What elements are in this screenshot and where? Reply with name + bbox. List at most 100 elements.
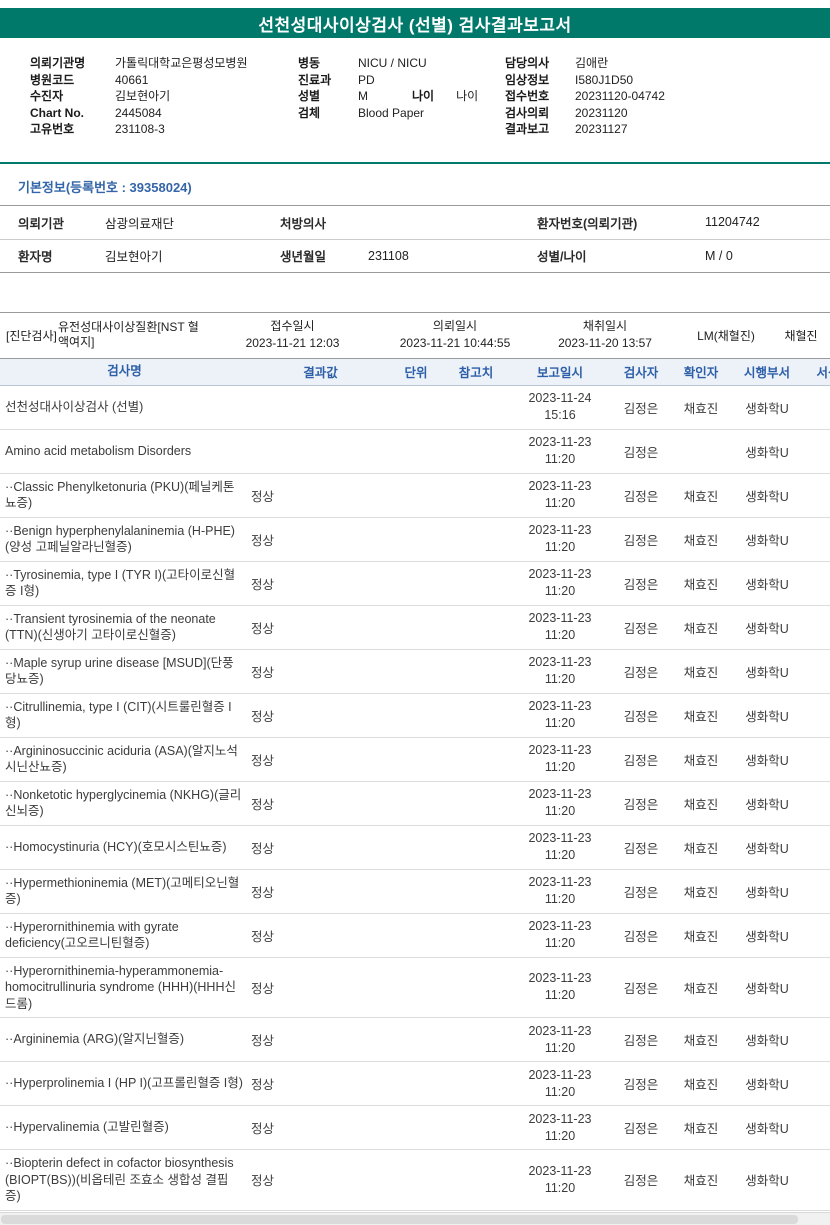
cell-reported: 2023-11-23 11:20 xyxy=(528,919,592,950)
header-info-left: 의뢰기관명 가톨릭대학교은평성모병원 병원코드 40661 수진자 김보현아기 Chart … xyxy=(0,55,298,138)
result-row: ··Homocystinuria (HCY)(호모시스틴뇨증) 정상 2023-11… xyxy=(0,826,830,870)
cell-confirmer: 채효진 xyxy=(683,709,719,724)
cell-result: 정상 xyxy=(251,797,275,812)
cell-reported: 2023-11-23 11:20 xyxy=(528,1163,592,1195)
teal-divider xyxy=(0,161,830,164)
cell-department: 생화학U xyxy=(745,929,789,944)
cell-tester: 김정은 xyxy=(623,929,659,944)
cell-result: 정상 xyxy=(251,981,275,996)
info-field-label: 결과보고 xyxy=(505,122,550,136)
cell-tester: 김정은 xyxy=(623,533,659,548)
cell-tester: 김정은 xyxy=(623,621,659,636)
cell-result: 정상 xyxy=(251,885,275,900)
cell-result: 정상 xyxy=(251,1078,275,1092)
scrollbar-thumb[interactable] xyxy=(1,1215,798,1224)
cell-result: 정상 xyxy=(251,533,275,548)
cell-tester: 김정은 xyxy=(623,797,659,812)
cell-reported: 2023-11-23 11:20 xyxy=(528,1067,592,1099)
info-field-value: NICU / NICU xyxy=(358,56,427,70)
cell-department: 생화학U xyxy=(745,577,789,592)
info-field-value: 가톨릭대학교은평성모병원 xyxy=(115,56,248,70)
cell-result: 정상 xyxy=(251,665,275,680)
cell-confirmer: 채효진 xyxy=(683,577,719,592)
cell-tester: 김정은 xyxy=(623,753,659,768)
order-requested-label: 의뢰일시 xyxy=(432,319,478,333)
cell-tester: 김정은 xyxy=(623,1034,659,1048)
field-label: 의뢰기관 xyxy=(18,216,65,231)
cell-tester: 김정은 xyxy=(623,1078,659,1092)
info-field-value: 나이 xyxy=(456,89,479,103)
cell-confirmer: 채효진 xyxy=(683,621,719,636)
cell-test-name: Amino acid metabolism Disorders xyxy=(5,443,192,458)
cell-test-name: ··Homocystinuria (HCY)(호모시스틴뇨증) xyxy=(5,839,227,854)
result-row: ··Hyperprolinemia I (HP I)(고프롤린혈증 I형) 정상 2… xyxy=(0,1062,830,1106)
field-label: 생년월일 xyxy=(280,250,327,264)
basic-info-row: 환자명 김보현아기 생년월일 231108 성별/나이 M / 0 xyxy=(0,238,830,272)
cell-reported: 2023-11-23 11:20 xyxy=(528,831,592,862)
cell-confirmer: 채효진 xyxy=(683,885,719,900)
cell-reported: 2023-11-23 11:20 xyxy=(528,479,592,510)
cell-test-name: ··Hypervalinemia (고발린혈증) xyxy=(5,1120,169,1135)
order-collected-label: 채취일시 xyxy=(582,319,628,333)
order-collected: 채취일시 2023-11-20 13:57 xyxy=(530,318,680,352)
cell-test-name: ··Nonketotic hyperglycinemia (NKHG)(글리신뇌… xyxy=(5,787,242,819)
info-field-value: 김애란 xyxy=(575,56,609,70)
info-field-label: 검사의뢰 xyxy=(505,105,550,120)
info-field-value: 231108-3 xyxy=(115,122,165,136)
cell-reported: 2023-11-23 11:20 xyxy=(528,611,592,642)
cell-result: 정상 xyxy=(251,1034,275,1048)
cell-confirmer: 채효진 xyxy=(683,1078,719,1092)
info-field: 병동 NICU / NICU xyxy=(298,55,505,72)
info-field: 성별 M 나이 나이 xyxy=(298,88,505,105)
cell-reported: 2023-11-23 11:20 xyxy=(528,787,592,818)
cell-tester: 김정은 xyxy=(623,841,659,856)
cell-department: 생화학U xyxy=(745,665,789,680)
info-field-label: 성별 xyxy=(298,89,321,103)
cell-test-name: ··Classic Phenylketonuria (PKU)(페닐케톤뇨증) xyxy=(5,479,235,511)
order-requested-value: 2023-11-21 10:44:55 xyxy=(399,336,511,350)
cell-department: 생화학U xyxy=(745,445,789,460)
results-header-row: 검사명 결과값 단위 참고치 보고일시 검사자 확인자 시행부서 서식 xyxy=(0,358,830,386)
order-info-bar: [진단검사] 유전성대사이상질환[NST 혈액여지] 접수일시 2023-11-… xyxy=(0,311,830,359)
result-row: ··Hypermethioninemia (MET)(고메티오닌혈증) 정상 202… xyxy=(0,870,830,914)
info-field-label: 담당의사 xyxy=(505,56,550,70)
field-value: 삼광의료재단 xyxy=(105,216,175,231)
result-row: ··Hyperornithinemia with gyrate deficien… xyxy=(0,914,830,958)
info-field-label: Chart No. xyxy=(30,105,84,120)
order-collected-value: 2023-11-20 13:57 xyxy=(558,336,652,350)
result-row: ··Argininosuccinic aciduria (ASA)(알지노석시닌… xyxy=(0,738,830,782)
horizontal-scrollbar[interactable] xyxy=(0,1212,830,1225)
info-field-value: M xyxy=(358,89,368,103)
cell-tester: 김정은 xyxy=(623,577,659,592)
basic-info-row: 의뢰기관 삼광의료재단 처방의사 환자번호(의뢰기관) 11204742 xyxy=(0,206,830,239)
info-field: 고유번호 231108-3 xyxy=(30,121,298,138)
cell-confirmer: 채효진 xyxy=(683,1174,719,1189)
cell-confirmer: 채효진 xyxy=(683,981,719,996)
info-field: 임상정보 I580J1D50 xyxy=(505,72,830,89)
field-label: 처방의사 xyxy=(280,216,327,231)
cell-reported: 2023-11-23 11:20 xyxy=(528,743,592,774)
info-field: 검체 Blood Paper xyxy=(298,105,505,122)
cell-department: 생화학U xyxy=(745,841,789,856)
info-field-value: 김보현아기 xyxy=(115,89,171,103)
cell-test-name: ··Maple syrup urine disease [MSUD](단풍당뇨증… xyxy=(5,655,234,687)
cell-tester: 김정은 xyxy=(623,885,659,900)
cell-confirmer: 채효진 xyxy=(683,753,719,768)
order-collector2: 채혈진 xyxy=(784,328,818,343)
cell-tester: 김정은 xyxy=(623,1122,659,1136)
order-received: 접수일시 2023-11-21 12:03 xyxy=(205,318,380,352)
result-row: ··Argininemia (ARG)(알지닌혈증) 정상 2023-11-23 1… xyxy=(0,1018,830,1062)
info-field-label: 진료과 xyxy=(298,72,332,87)
result-row: ··Hypervalinemia (고발린혈증) 정상 2023-11-23 11:… xyxy=(0,1106,830,1150)
cell-test-name: ··Benign hyperphenylalaninemia (H-PHE)(양… xyxy=(5,523,235,555)
info-field: 의뢰기관명 가톨릭대학교은평성모병원 xyxy=(30,55,298,72)
order-received-value: 2023-11-21 12:03 xyxy=(245,336,340,350)
cell-department: 생화학U xyxy=(745,753,789,768)
cell-department: 생화학U xyxy=(745,709,789,724)
cell-tester: 김정은 xyxy=(623,401,659,416)
result-row: ··Tyrosinemia, type I (TYR I)(고타이로신혈증 I형… xyxy=(0,562,830,606)
cell-confirmer: 채효진 xyxy=(683,665,719,680)
cell-test-name: 선천성대사이상검사 (선별) xyxy=(5,399,144,414)
cell-test-name: ··Transient tyrosinemia of the neonate (… xyxy=(5,611,216,643)
result-row: ··Citrullinemia, type I (CIT)(시트룰린혈증 I형)… xyxy=(0,694,830,738)
